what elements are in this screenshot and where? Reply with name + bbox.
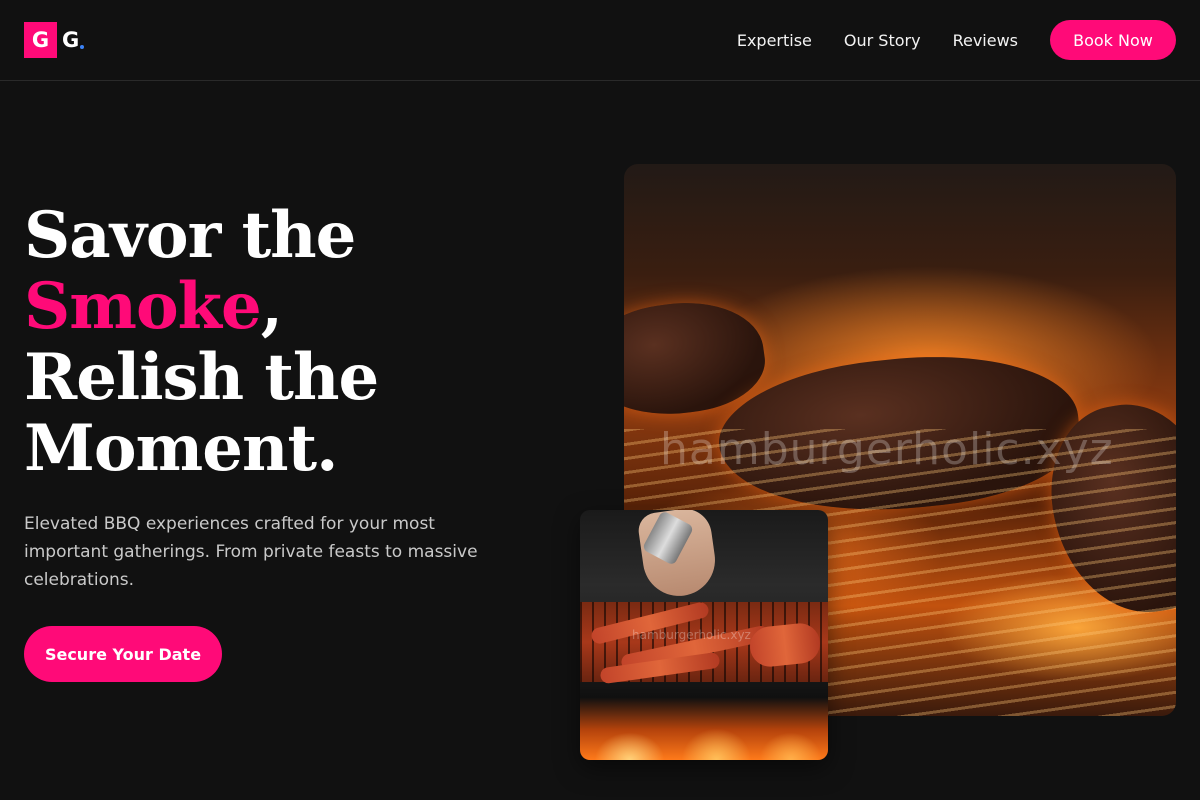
image-watermark: hamburgerholic.xyz <box>660 424 1114 475</box>
nav-link-our-story[interactable]: Our Story <box>844 31 921 50</box>
hero-title: Savor the Smoke, Relish the Moment. <box>24 200 544 484</box>
hero-title-accent: Smoke <box>24 269 262 344</box>
landing-page: G G Expertise Our Story Reviews Book Now… <box>0 0 1200 800</box>
hero-title-line-4: Moment. <box>24 411 338 486</box>
secure-date-button[interactable]: Secure Your Date <box>24 626 222 682</box>
main-nav: Expertise Our Story Reviews Book Now <box>737 20 1176 60</box>
hero-title-comma: , <box>260 269 283 344</box>
hero-subtitle: Elevated BBQ experiences crafted for you… <box>24 514 478 590</box>
logo[interactable]: G G <box>24 22 85 58</box>
logo-text: G <box>62 28 80 52</box>
hero-image-skewers: hamburgerholic.xyz <box>580 510 828 760</box>
book-now-button[interactable]: Book Now <box>1050 20 1176 60</box>
site-header: G G Expertise Our Story Reviews Book Now <box>0 0 1200 81</box>
nav-link-reviews[interactable]: Reviews <box>953 31 1018 50</box>
logo-mark: G <box>24 22 57 58</box>
flames-shape <box>580 704 828 760</box>
hero-title-line-3: Relish the <box>24 340 379 415</box>
hero-title-line-1: Savor the <box>24 198 356 273</box>
hero-title-line-2: Smoke, <box>24 271 544 342</box>
logo-dot <box>80 45 85 49</box>
image-watermark: hamburgerholic.xyz <box>632 628 751 642</box>
nav-link-expertise[interactable]: Expertise <box>737 31 812 50</box>
